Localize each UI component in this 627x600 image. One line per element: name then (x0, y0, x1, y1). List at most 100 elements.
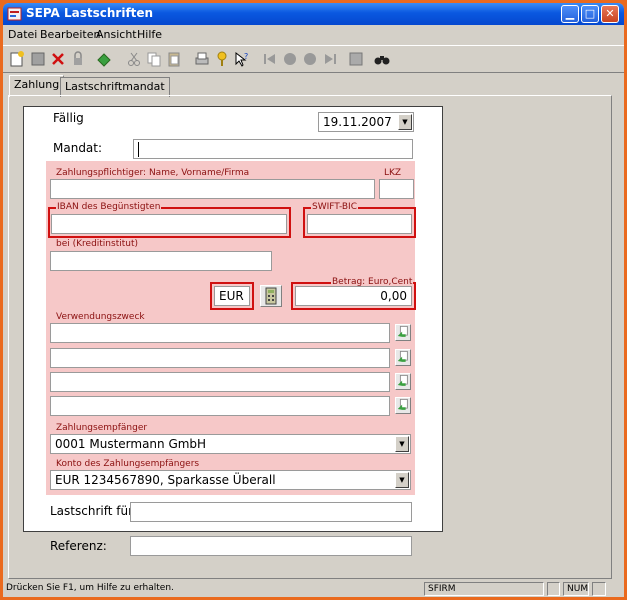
menu-hilfe[interactable]: Hilfe (137, 28, 162, 41)
list-button[interactable] (347, 50, 365, 68)
cut-icon (128, 52, 140, 66)
lock-icon (74, 51, 82, 65)
menu-datei[interactable]: Datei (8, 28, 37, 41)
debit-for-label: Lastschrift für: (50, 504, 137, 518)
creditor-label: Zahlungsempfänger (56, 423, 148, 433)
tab-lastschriftmandat[interactable]: Lastschriftmandat (60, 77, 170, 97)
debtor-label: Zahlungspflichtiger: Name, Vorname/Firma (56, 168, 250, 178)
toolbar: ? (3, 45, 624, 73)
next-record-button[interactable] (301, 50, 319, 68)
print-button[interactable] (193, 50, 211, 68)
print-icon (195, 52, 209, 65)
minimize-button[interactable]: ▁ (561, 5, 579, 23)
chevron-down-icon: ▼ (395, 472, 409, 488)
paste-button[interactable] (165, 50, 183, 68)
purpose-line-1[interactable] (50, 323, 390, 343)
lock-button[interactable] (69, 50, 87, 68)
purpose-text-button-3[interactable] (395, 373, 411, 390)
bank-label: bei (Kreditinstitut) (56, 239, 139, 249)
purpose-text-button-4[interactable] (395, 397, 411, 414)
previous-record-button[interactable] (281, 50, 299, 68)
refresh-icon (97, 53, 111, 67)
search-button[interactable] (373, 50, 391, 68)
iban-input[interactable] (51, 214, 287, 234)
save-button[interactable] (29, 50, 47, 68)
delete-button[interactable] (49, 50, 67, 68)
purpose-text-button-2[interactable] (395, 349, 411, 366)
country-code-input[interactable] (379, 179, 414, 199)
amount-input[interactable]: 0,00 (295, 286, 412, 306)
tab-zahlung[interactable]: Zahlung (9, 75, 65, 97)
text-module-icon (397, 350, 408, 362)
creditor-account-select[interactable]: EUR 1234567890, Sparkasse Überall ▼ (50, 470, 411, 490)
refresh-button[interactable] (95, 50, 113, 68)
maximize-button[interactable]: □ (581, 5, 599, 23)
application-window: SEPA Lastschriften ▁ □ ✕ Datei Bearbeite… (3, 3, 624, 597)
menu-bar: Datei Bearbeiten Ansicht Hilfe (3, 25, 624, 43)
text-module-icon (397, 398, 408, 410)
mandate-label: Mandat: (53, 141, 103, 155)
maximize-icon: □ (584, 7, 596, 20)
purpose-line-2[interactable] (50, 348, 390, 368)
reference-label: Referenz: (50, 539, 107, 553)
last-record-button[interactable] (321, 50, 339, 68)
text-module-icon (397, 374, 408, 386)
status-num-lock: NUM (563, 582, 589, 596)
iban-label: IBAN des Begünstigten (56, 202, 162, 212)
save-icon (31, 52, 45, 66)
country-code-label: LKZ (384, 168, 402, 178)
status-bar: Drücken Sie F1, um Hilfe zu erhalten. SF… (3, 581, 624, 597)
bank-input[interactable] (50, 251, 272, 271)
due-date-select[interactable]: 19.11.2007 ▼ (318, 112, 414, 132)
status-message: Drücken Sie F1, um Hilfe zu erhalten. (6, 583, 174, 593)
currency-value: EUR (219, 289, 244, 303)
new-icon (10, 51, 24, 67)
context-help-button[interactable]: ? (233, 50, 251, 68)
text-module-icon (397, 325, 408, 337)
amount-value: 0,00 (380, 289, 407, 303)
next-record-icon (304, 53, 316, 65)
search-binoculars-icon (374, 56, 390, 65)
purpose-line-3[interactable] (50, 372, 390, 392)
title-bar[interactable]: SEPA Lastschriften ▁ □ ✕ (3, 3, 624, 25)
reference-input[interactable] (130, 536, 412, 556)
creditor-account-label: Konto des Zahlungsempfängers (56, 459, 200, 469)
delete-icon (52, 53, 64, 65)
copy-icon (147, 52, 161, 67)
debit-for-input[interactable] (130, 502, 412, 522)
creditor-select[interactable]: 0001 Mustermann GmbH ▼ (50, 434, 411, 454)
new-button[interactable] (8, 50, 26, 68)
help-button[interactable] (213, 50, 231, 68)
calculator-icon (265, 287, 277, 305)
previous-record-icon (284, 53, 296, 65)
list-icon (349, 52, 363, 66)
menu-ansicht[interactable]: Ansicht (96, 28, 137, 41)
chevron-down-icon: ▼ (398, 114, 412, 130)
calculator-button[interactable] (260, 285, 282, 307)
paste-icon (168, 52, 180, 67)
bic-input[interactable] (307, 214, 412, 234)
menu-bearbeiten[interactable]: Bearbeiten (40, 28, 100, 41)
first-record-button[interactable] (261, 50, 279, 68)
bic-label: SWIFT-BIC (311, 202, 358, 212)
mandate-input[interactable] (133, 139, 413, 159)
text-cursor (138, 142, 139, 157)
context-help-icon: ? (235, 51, 248, 67)
tab-zahlung-label: Zahlung (14, 78, 60, 91)
close-button[interactable]: ✕ (601, 5, 619, 23)
purpose-text-button-1[interactable] (395, 324, 411, 341)
debtor-input[interactable] (50, 179, 375, 199)
currency-field[interactable]: EUR (214, 286, 250, 306)
copy-button[interactable] (145, 50, 163, 68)
tab-lastschriftmandat-label: Lastschriftmandat (65, 80, 165, 93)
minimize-icon: ▁ (565, 7, 575, 20)
svg-text:?: ? (244, 52, 248, 61)
creditor-value: 0001 Mustermann GmbH (55, 437, 207, 451)
purpose-label: Verwendungszweck (56, 312, 145, 322)
purpose-line-4[interactable] (50, 396, 390, 416)
help-icon (217, 51, 227, 66)
status-empty-pane (547, 582, 560, 596)
creditor-account-value: EUR 1234567890, Sparkasse Überall (55, 473, 276, 487)
chevron-down-icon: ▼ (395, 436, 409, 452)
cut-button[interactable] (125, 50, 143, 68)
